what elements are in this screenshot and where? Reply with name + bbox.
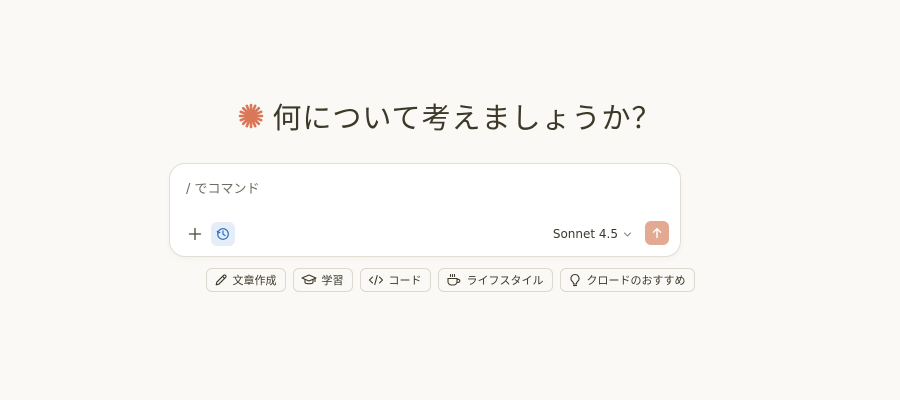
chip-code[interactable]: コード: [359, 268, 431, 292]
chip-lifestyle[interactable]: ライフスタイル: [437, 268, 553, 292]
chip-claude-picks[interactable]: クロードのおすすめ: [559, 268, 695, 292]
arrow-up-icon: [651, 227, 663, 239]
model-selector[interactable]: Sonnet 4.5: [553, 224, 632, 244]
add-button[interactable]: [183, 222, 207, 246]
message-input[interactable]: [186, 178, 656, 200]
chip-label: 学習: [321, 274, 344, 287]
chip-learning[interactable]: 学習: [292, 268, 353, 292]
chevron-down-icon: [623, 230, 632, 239]
chip-label: 文章作成: [232, 274, 277, 287]
chip-writing[interactable]: 文章作成: [205, 268, 286, 292]
history-button[interactable]: [211, 222, 235, 246]
model-label: Sonnet 4.5: [552, 227, 618, 241]
lightbulb-icon: [568, 273, 582, 287]
graduation-cap-icon: [300, 273, 317, 287]
greeting-title: 何について考えましょうか？: [272, 101, 662, 135]
chip-label: クロードのおすすめ: [586, 274, 686, 287]
suggestion-chips: 文章作成 学習 コード ライフスタイル クロードのおすすめ: [0, 268, 900, 292]
plus-icon: [188, 227, 202, 241]
greeting: 何について考えましょうか？: [0, 94, 900, 138]
pencil-icon: [214, 273, 228, 287]
chip-label: コード: [388, 274, 422, 287]
claude-starburst-icon: [238, 103, 264, 129]
chip-label: ライフスタイル: [466, 274, 544, 287]
code-icon: [368, 273, 384, 287]
clock-icon: [216, 227, 230, 241]
chat-composer: Sonnet 4.5: [169, 163, 681, 257]
new-chat-page: 何について考えましょうか？ Sonnet 4.5: [0, 0, 900, 400]
coffee-cup-icon: [446, 273, 462, 287]
send-button[interactable]: [645, 221, 669, 245]
